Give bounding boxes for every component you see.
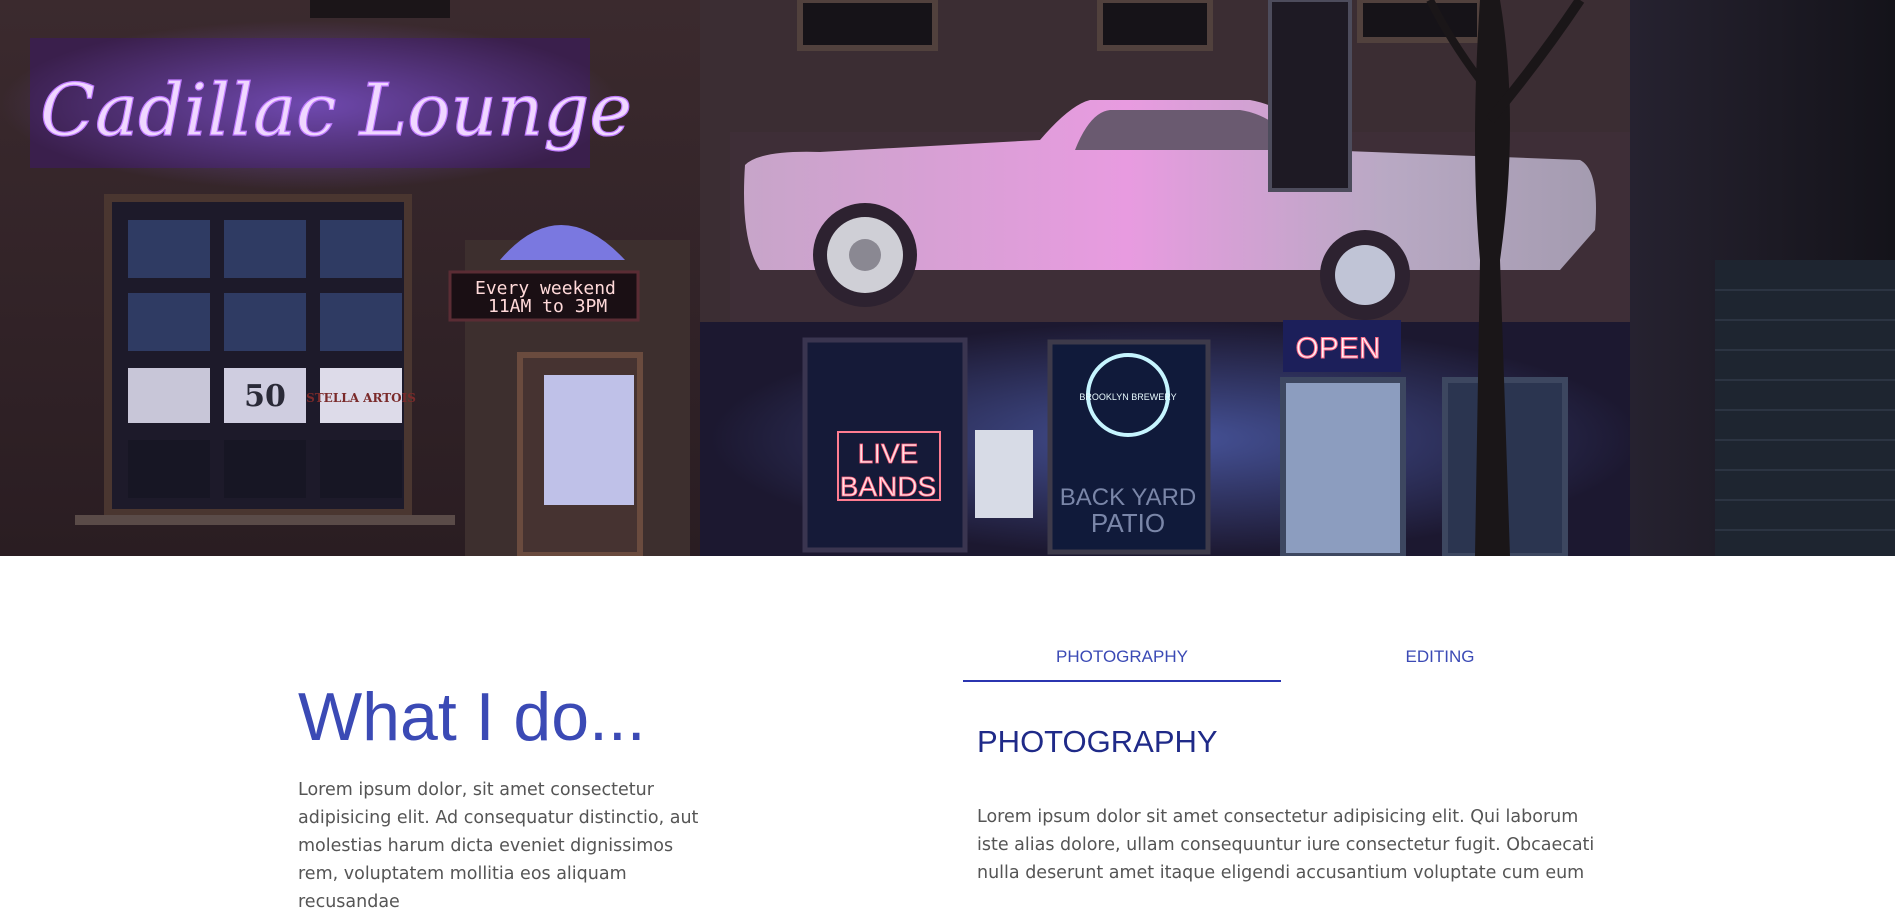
- what-i-do-section: What I do... Lorem ipsum dolor, sit amet…: [0, 556, 1895, 912]
- section-heading: What I do...: [298, 679, 646, 755]
- poster-stella: STELLA ARTOIS: [306, 391, 416, 405]
- patio-line2: PATIO: [1091, 508, 1165, 538]
- tab-photography[interactable]: PHOTOGRAPHY: [963, 638, 1281, 688]
- hero-image: Cadillac Lounge 50 STELLA ARTOIS Every w…: [0, 0, 1895, 556]
- neon-live-sign: LIVE: [858, 438, 919, 469]
- poster-50: 50: [244, 379, 286, 414]
- neon-open-sign: OPEN: [1295, 332, 1380, 365]
- tab-bar: PHOTOGRAPHY EDITING: [963, 638, 1600, 688]
- tab-panel-title: PHOTOGRAPHY: [977, 724, 1218, 759]
- tab-panel-text: Lorem ipsum dolor sit amet consectetur a…: [977, 807, 1595, 883]
- neon-lounge-sign: Cadillac Lounge: [40, 68, 632, 152]
- tab-editing[interactable]: EDITING: [1281, 638, 1599, 688]
- patio-line1: BACK YARD: [1060, 484, 1197, 511]
- section-intro-text: Lorem ipsum dolor, sit amet consectetur …: [298, 780, 699, 912]
- storefront-illustration: Cadillac Lounge 50 STELLA ARTOIS Every w…: [0, 0, 1895, 556]
- led-sign-line2: 11AM to 3PM: [488, 296, 607, 317]
- neon-brewery-sign: BROOKLYN BREWERY: [1079, 392, 1176, 402]
- neon-bands-sign: BANDS: [840, 471, 936, 502]
